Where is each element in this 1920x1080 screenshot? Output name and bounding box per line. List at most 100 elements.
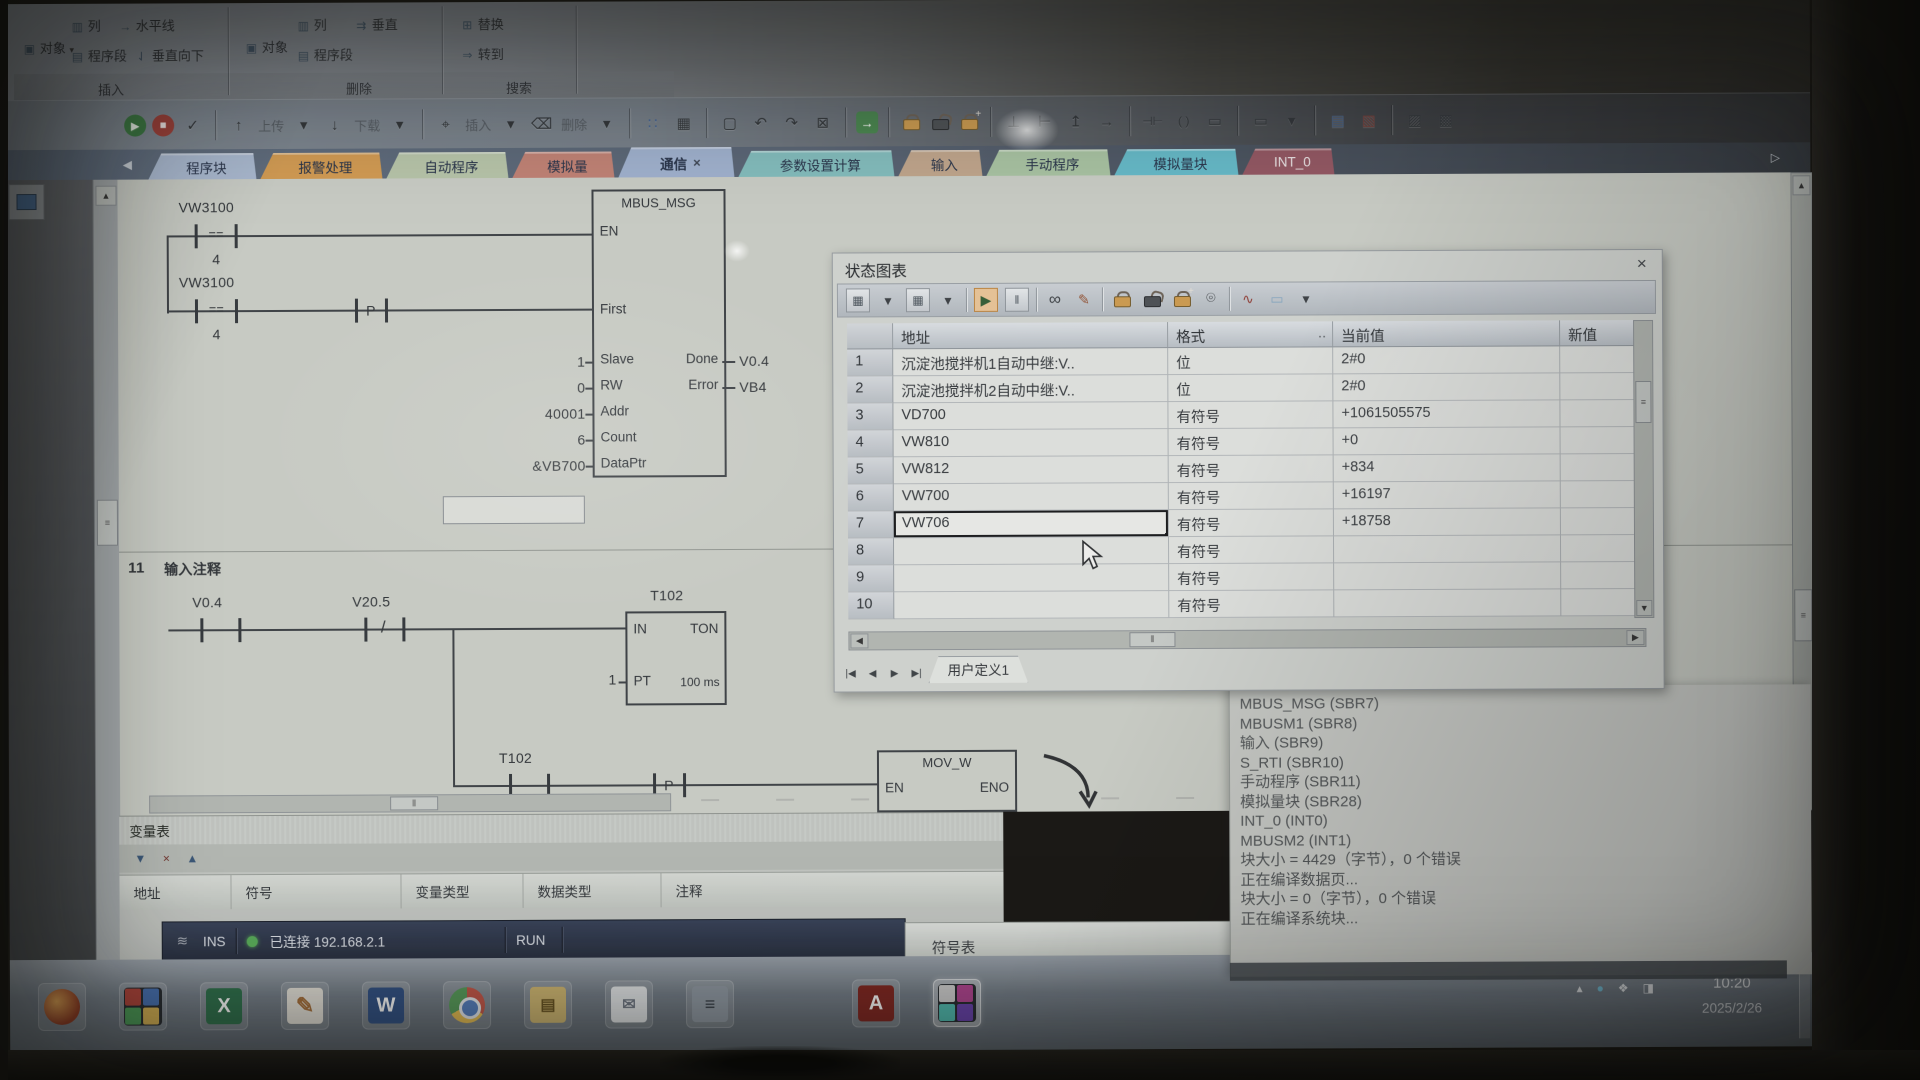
- cell-current[interactable]: +0: [1334, 427, 1561, 455]
- cell-new[interactable]: [1560, 400, 1643, 427]
- ribbon-delete-column[interactable]: ▥列: [296, 15, 327, 34]
- cell-format[interactable]: 有符号: [1168, 401, 1333, 429]
- branch-up-icon[interactable]: ↥: [1063, 109, 1088, 134]
- table-icon[interactable]: ▧: [1356, 108, 1381, 133]
- download-label[interactable]: 下载: [354, 115, 380, 134]
- download-icon[interactable]: ↓: [322, 112, 347, 137]
- tray-network-icon[interactable]: ●: [1597, 981, 1604, 995]
- cell-new[interactable]: [1561, 427, 1644, 454]
- scroll-thumb[interactable]: ⦀: [1129, 632, 1175, 647]
- chevron-down-icon[interactable]: ▾: [1279, 108, 1304, 133]
- cell-format[interactable]: 有符号: [1169, 482, 1334, 510]
- table-row[interactable]: 2 沉淀池搅拌机2自动中继:V.. 位 2#0: [847, 373, 1643, 403]
- cell-address-selected[interactable]: VW706: [894, 510, 1169, 538]
- tab-analog[interactable]: 模拟量: [512, 152, 614, 178]
- cell-new[interactable]: [1561, 535, 1644, 562]
- timer-name[interactable]: T102: [650, 587, 683, 603]
- cell-address[interactable]: 沉淀池搅拌机1自动中继:V..: [893, 348, 1168, 376]
- pin-value[interactable]: 40001: [527, 406, 585, 422]
- tab-communication[interactable]: 通信×: [618, 147, 734, 178]
- lock-add-icon[interactable]: +: [961, 114, 976, 130]
- table-row[interactable]: 4 VW810 有符号 +0: [848, 427, 1644, 457]
- taskbar-app-tools[interactable]: ≡: [686, 980, 734, 1028]
- force-icon[interactable]: [1114, 291, 1129, 307]
- tab-int0[interactable]: INT_0: [1242, 148, 1334, 174]
- taskbar-app-excel[interactable]: X: [200, 982, 248, 1030]
- stop-button[interactable]: ■: [152, 114, 174, 136]
- pin-value[interactable]: &VB700: [516, 458, 586, 474]
- branch-down-icon[interactable]: ⊥: [1001, 109, 1026, 134]
- pou-icon[interactable]: ∷: [640, 111, 665, 136]
- unlock-icon[interactable]: [932, 114, 947, 130]
- col-comment[interactable]: 注释: [661, 872, 1001, 907]
- pin-value[interactable]: 6: [528, 432, 586, 448]
- network-comment[interactable]: 输入注释: [164, 559, 221, 579]
- selection-icon[interactable]: ▢: [717, 110, 742, 135]
- pulse-contact[interactable]: P: [655, 777, 683, 793]
- scroll-left-icon[interactable]: ◀: [850, 633, 868, 648]
- chevron-down-icon[interactable]: ▾: [937, 289, 959, 311]
- cell-current[interactable]: +834: [1334, 454, 1561, 482]
- tab-auto-program[interactable]: 自动程序: [386, 152, 508, 179]
- cell-address[interactable]: VW812: [894, 456, 1169, 484]
- scroll-up-icon[interactable]: ▲: [1792, 175, 1810, 195]
- run-button[interactable]: ▶: [124, 115, 146, 137]
- insert-icon[interactable]: ⌖: [433, 112, 458, 137]
- ribbon-goto[interactable]: ⇒转到: [460, 44, 504, 63]
- cell-format[interactable]: 位: [1168, 374, 1333, 402]
- cell-address[interactable]: VD700: [893, 402, 1168, 430]
- canvas-hscrollbar[interactable]: ⦀: [149, 793, 671, 813]
- project-tree-icon-tile[interactable]: [8, 184, 44, 220]
- address-tag-icon[interactable]: ▭: [1266, 288, 1288, 310]
- cell-address[interactable]: VW810: [894, 429, 1169, 457]
- contact-operand[interactable]: VW3100: [179, 199, 235, 215]
- ribbon-delete-segment[interactable]: ▤程序段: [296, 45, 353, 64]
- read-all-icon[interactable]: ∞: [1044, 289, 1066, 311]
- ribbon-insert-vdown[interactable]: ⇃垂直向下: [134, 45, 204, 64]
- taskbar-app-media[interactable]: [38, 983, 86, 1031]
- col-var-type[interactable]: 变量类型: [401, 874, 523, 909]
- col-address[interactable]: 地址: [893, 322, 1168, 349]
- ribbon-insert-hline[interactable]: →水平线: [118, 15, 175, 34]
- col-format[interactable]: 格式..: [1168, 321, 1333, 348]
- cell-address[interactable]: 沉淀池搅拌机2自动中继:V..: [893, 375, 1168, 403]
- tab-parameter-calc[interactable]: 参数设置计算: [738, 150, 894, 177]
- cell-current[interactable]: [1334, 535, 1561, 563]
- table-row[interactable]: 1 沉淀池搅拌机1自动中继:V.. 位 2#0: [847, 346, 1643, 376]
- cell-new[interactable]: [1561, 589, 1644, 616]
- doc2-icon[interactable]: ▩: [1433, 107, 1458, 132]
- go-online-button[interactable]: →: [856, 111, 878, 133]
- scroll-thumb[interactable]: ⦀: [390, 796, 438, 810]
- delete-label[interactable]: 删除: [561, 114, 587, 133]
- output-operand[interactable]: VB4: [739, 379, 766, 395]
- address-toggle-icon[interactable]: ▭: [1248, 108, 1273, 133]
- sort-up-icon[interactable]: ▲: [183, 849, 201, 867]
- cell-new[interactable]: [1561, 454, 1644, 481]
- taskbar-app-mail[interactable]: ✉: [605, 980, 653, 1028]
- undo-icon[interactable]: ↶: [748, 110, 773, 135]
- write-all-icon[interactable]: ✎: [1073, 288, 1095, 310]
- table-row[interactable]: 8 有符号: [848, 535, 1644, 565]
- grid-icon[interactable]: ▦: [671, 111, 696, 136]
- table-row[interactable]: 10 有符号: [848, 589, 1644, 619]
- scroll-thumb[interactable]: ≡: [1635, 381, 1651, 423]
- read-forced-icon[interactable]: ⌾: [1200, 288, 1222, 310]
- cell-format[interactable]: 位: [1168, 347, 1333, 375]
- contact-icon[interactable]: ⊣⊢: [1140, 109, 1165, 134]
- cell-new[interactable]: [1560, 373, 1643, 400]
- chevron-down-icon[interactable]: ▾: [291, 112, 316, 137]
- upload-icon[interactable]: ↑: [226, 113, 251, 138]
- tray-display-icon[interactable]: ◨: [1643, 981, 1654, 995]
- output-operand[interactable]: V0.4: [739, 353, 769, 369]
- table-row[interactable]: 9 有符号: [848, 562, 1644, 592]
- cell-new[interactable]: [1561, 562, 1644, 589]
- taskbar-app-word[interactable]: W: [362, 981, 410, 1029]
- cell-current[interactable]: [1334, 562, 1561, 590]
- mbus-msg-box[interactable]: MBUS_MSG EN First Slave RW Addr Count Da…: [591, 189, 726, 478]
- scroll-up-icon[interactable]: ▲: [95, 186, 116, 206]
- table-row[interactable]: 3 VD700 有符号 +1061505575: [847, 400, 1643, 430]
- taskbar-app-notes[interactable]: ✎: [281, 982, 329, 1030]
- tab-analog-block[interactable]: 模拟量块: [1114, 149, 1238, 176]
- pin-value[interactable]: 1: [593, 671, 617, 687]
- scroll-right-icon[interactable]: ▶: [1626, 630, 1644, 645]
